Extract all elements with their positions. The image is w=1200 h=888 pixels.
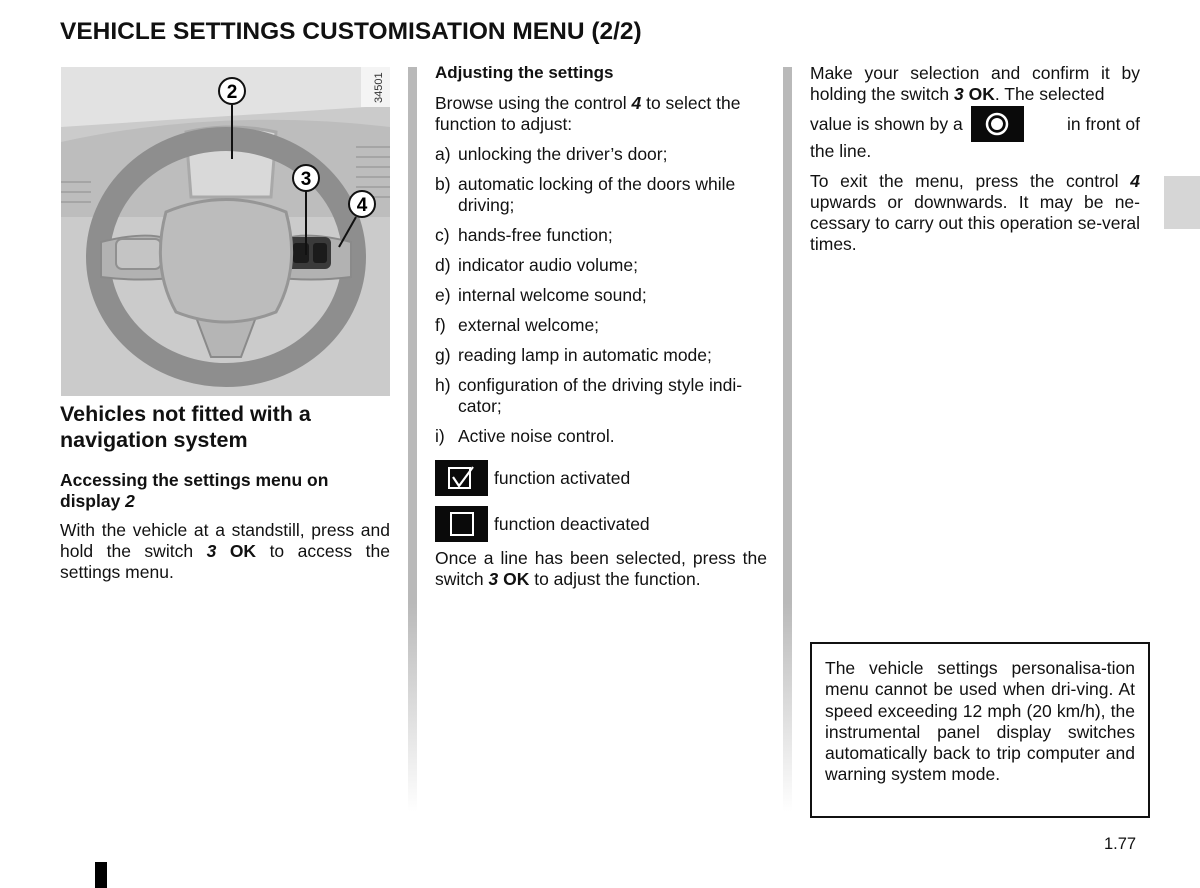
checkbox-empty-icon — [435, 506, 488, 542]
checkbox-checked-icon — [435, 460, 488, 496]
note-text: The vehicle settings personalisa-tion me… — [825, 658, 1135, 785]
legend-label: function deactivated — [494, 513, 650, 534]
list-item: a) unlocking the driver’s door; — [435, 144, 668, 164]
page-number: 1.77 — [1104, 835, 1137, 853]
intro-paragraph: Browse using the control 4 to select the… — [435, 93, 767, 135]
svg-text:3: 3 — [301, 169, 312, 190]
switch-ref: 3 — [206, 541, 217, 561]
left-body-paragraph: With the vehicle at a standstill, press … — [60, 520, 390, 583]
list-item: c) hands-free function; — [435, 225, 613, 245]
sub-heading-text: Accessing the settings menu on display — [60, 470, 329, 511]
legend-activated: function activated — [435, 460, 630, 496]
list-item: e) internal welcome sound; — [435, 285, 647, 305]
sub-heading: Accessing the settings menu on display 2 — [60, 470, 390, 512]
svg-text:4: 4 — [357, 195, 368, 216]
legend-label: function activated — [494, 467, 631, 488]
ok-label: OK — [503, 569, 530, 589]
exit-paragraph: To exit the menu, press the control 4 up… — [810, 171, 1140, 254]
ok-label: OK — [229, 541, 257, 561]
after-paragraph: Once a line has been selected, press the… — [435, 548, 767, 589]
steering-wheel-figure: 34501 2 3 4 — [61, 67, 390, 396]
page-title: VEHICLE SETTINGS CUSTOMISATION MENU (2/2… — [60, 18, 642, 45]
crop-mark — [95, 862, 107, 888]
confirm-paragraph: Make your selection and confirm it by ho… — [810, 63, 1140, 104]
section-heading: Vehicles not fitted with a navigation sy… — [60, 402, 311, 452]
figure-code: 34501 — [373, 72, 385, 103]
column-divider — [783, 67, 792, 812]
confirm-paragraph-end: the line. — [810, 141, 872, 161]
selected-value-line: value is shown by a in front of — [810, 106, 1140, 142]
ok-label: OK — [968, 84, 995, 104]
radio-selected-icon — [970, 106, 1024, 142]
callout-2: 2 — [218, 77, 246, 105]
switch-ref: 3 — [488, 569, 499, 589]
note-box: The vehicle settings personalisa-tion me… — [810, 642, 1150, 818]
callout-4: 4 — [348, 190, 376, 218]
list-item: g) reading lamp in automatic mode; — [435, 345, 712, 365]
control-ref: 4 — [1130, 171, 1140, 191]
callout-3: 3 — [292, 164, 320, 192]
list-item: h) configuration of the driving style ind… — [435, 375, 743, 416]
column-divider — [408, 67, 417, 812]
chapter-thumb-tab — [1164, 176, 1200, 229]
adjusting-heading: Adjusting the settings — [435, 63, 614, 82]
switch-ref: 3 — [953, 84, 964, 104]
function-list: a) unlocking the driver’s door; b) automat… — [435, 144, 767, 456]
svg-text:2: 2 — [227, 82, 238, 103]
intro-text: Browse using the control — [435, 93, 632, 113]
control-ref: 4 — [631, 93, 642, 113]
list-item: i) Active noise control. — [435, 426, 615, 446]
list-item: d) indicator audio volume; — [435, 255, 638, 275]
list-item: f) external welcome; — [435, 315, 600, 335]
display-ref: 2 — [125, 491, 135, 511]
list-item: b) automatic locking of the doors while d… — [435, 174, 736, 215]
legend-deactivated: function deactivated — [435, 506, 650, 542]
